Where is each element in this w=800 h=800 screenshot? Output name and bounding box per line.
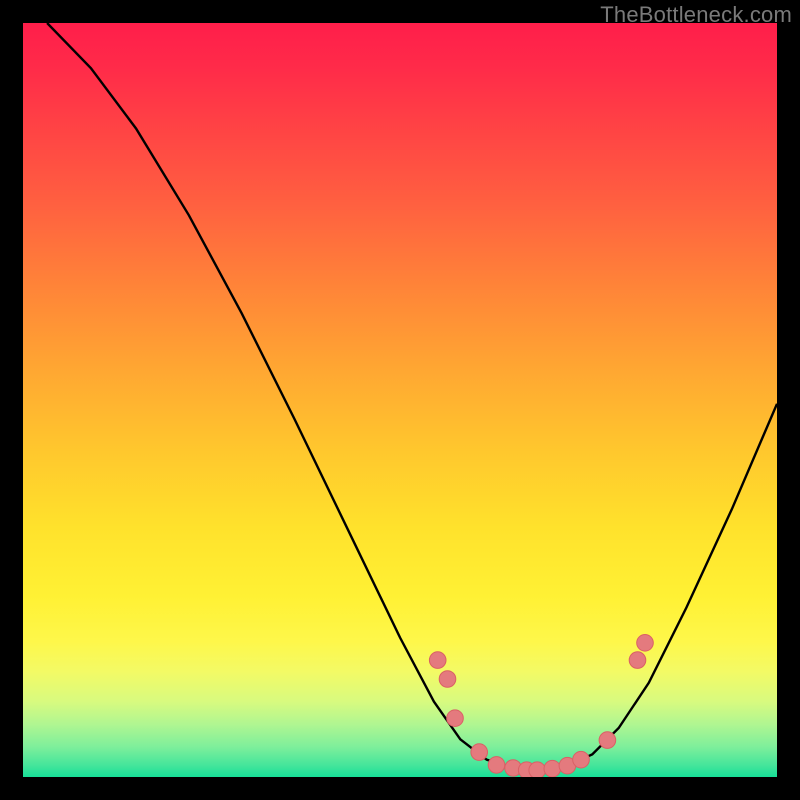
curve-marker (429, 652, 446, 669)
curve-marker (439, 671, 456, 688)
curve-marker (529, 762, 546, 777)
curve-marker (488, 757, 505, 774)
bottleneck-curve (23, 23, 777, 777)
outer-frame: TheBottleneck.com (0, 0, 800, 800)
curve-marker (447, 710, 464, 727)
curve-marker (471, 744, 488, 761)
plot-area (23, 23, 777, 777)
curve-marker (629, 652, 646, 669)
curve-line (47, 23, 777, 770)
curve-marker (573, 751, 590, 768)
curve-marker (637, 635, 654, 652)
curve-marker (544, 760, 561, 777)
curve-marker (599, 732, 616, 749)
curve-markers (429, 635, 653, 778)
